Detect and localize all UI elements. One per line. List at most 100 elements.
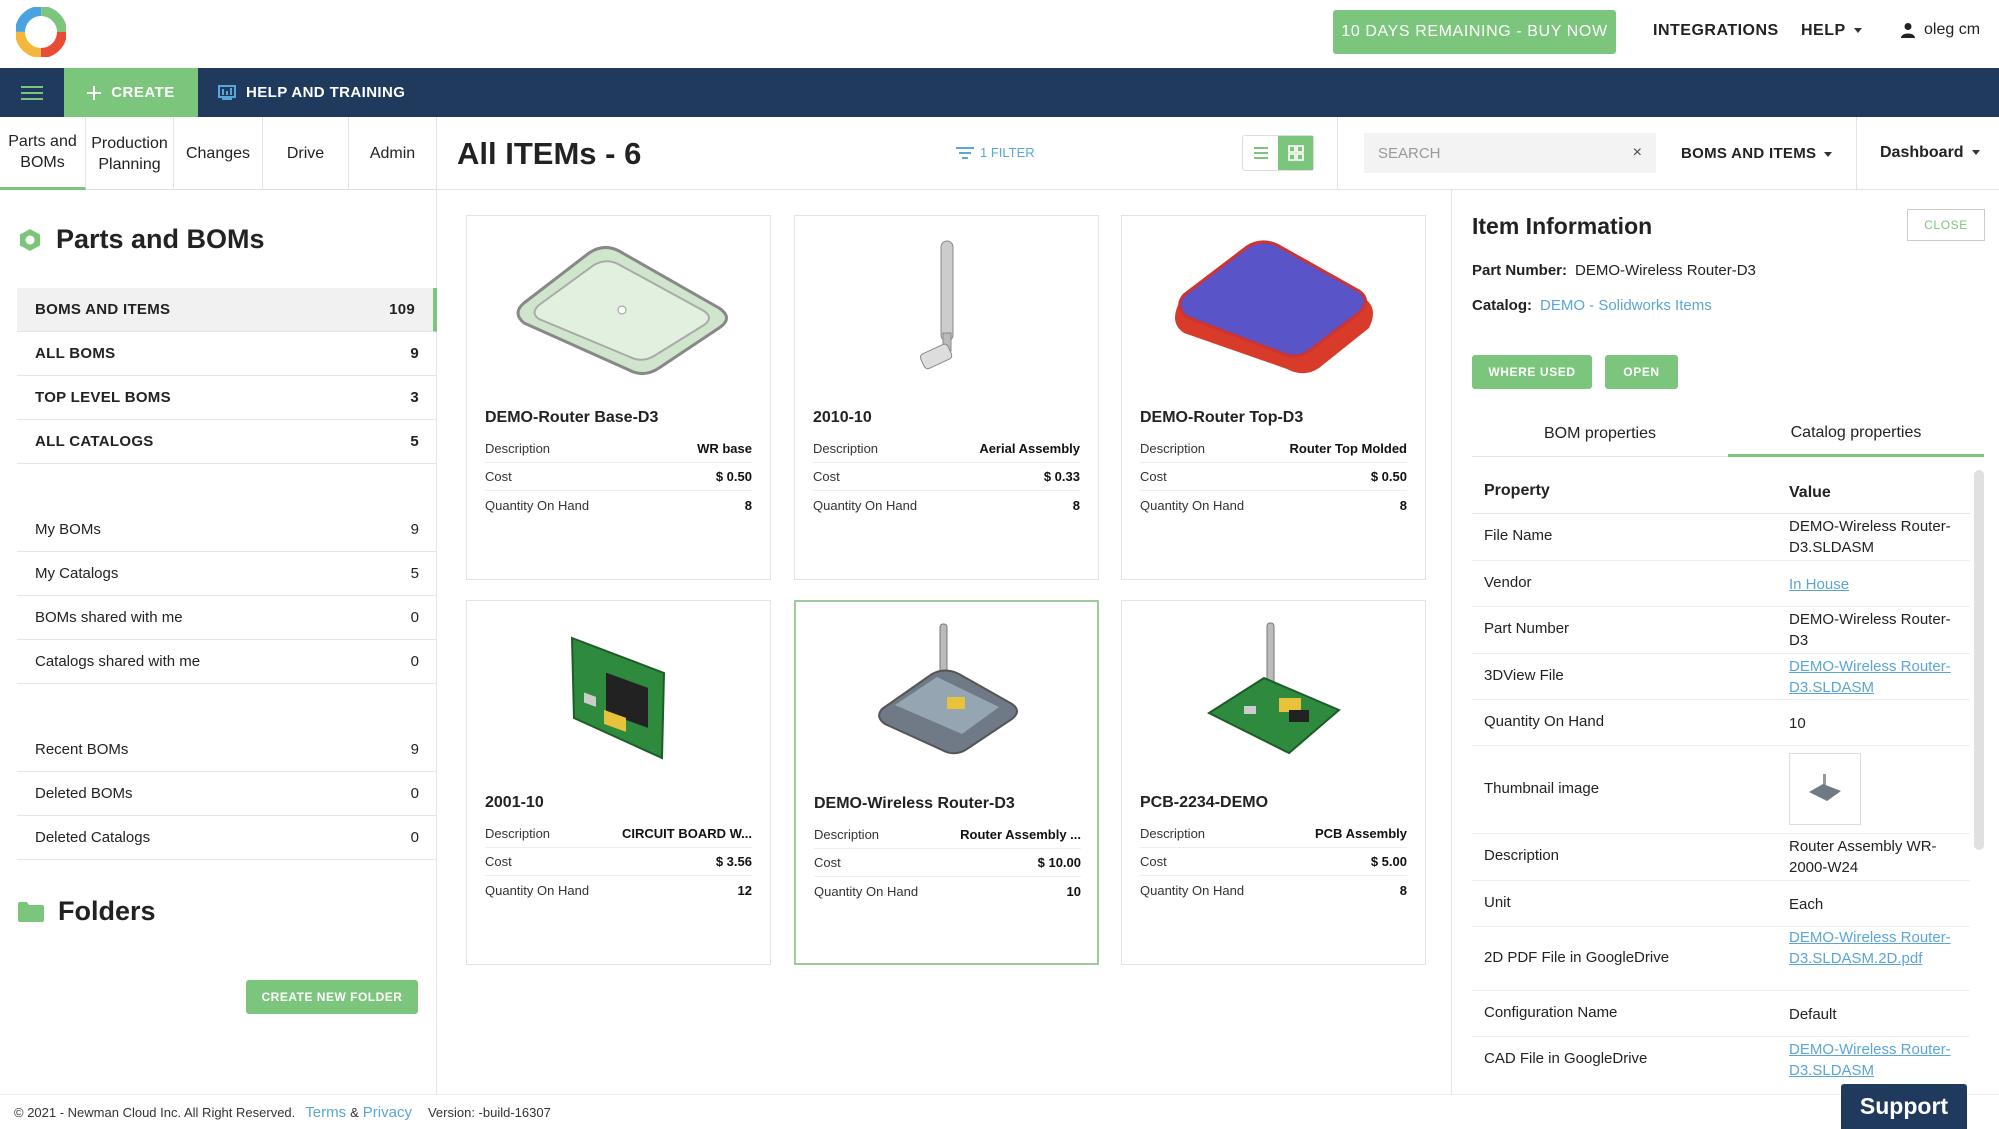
sidebar-item-label: ALL BOMS bbox=[35, 345, 116, 362]
vendor-link[interactable]: In House bbox=[1789, 574, 1959, 595]
thumbnail-image[interactable] bbox=[1789, 753, 1861, 825]
column-value: Value bbox=[1789, 484, 1831, 501]
field-label: Description bbox=[1140, 441, 1206, 456]
list-view-icon[interactable] bbox=[1243, 136, 1278, 170]
wireless-router-image bbox=[877, 623, 1018, 755]
item-card[interactable]: DEMO-Router Top-D3 Description Router Top… bbox=[1121, 215, 1426, 580]
sidebar-item-all-catalogs[interactable]: ALL CATALOGS 5 bbox=[17, 420, 437, 464]
field-value: $ 10.00 bbox=[1037, 855, 1081, 870]
help-menu[interactable]: HELP bbox=[1801, 22, 1862, 40]
item-qty-row: Quantity On Hand 10 bbox=[814, 877, 1081, 905]
dashboard-dropdown[interactable]: Dashboard bbox=[1880, 144, 1980, 162]
sidebar-item-all-boms[interactable]: ALL BOMS 9 bbox=[17, 332, 437, 376]
property-key: Vendor bbox=[1484, 574, 1532, 591]
cad-file-link[interactable]: DEMO-Wireless Router-D3.SLDASM bbox=[1789, 1039, 1959, 1081]
part-number-value: DEMO-Wireless Router-D3 bbox=[1575, 262, 1756, 279]
page-title: All ITEMs - 6 bbox=[457, 136, 642, 171]
user-name: oleg cm bbox=[1924, 21, 1981, 38]
item-cost-row: Cost $ 0.50 bbox=[485, 463, 752, 491]
tab-changes[interactable]: Changes bbox=[174, 117, 263, 190]
buy-now-button[interactable]: 10 DAYS REMAINING - BUY NOW bbox=[1333, 10, 1616, 54]
grid-view-icon[interactable] bbox=[1278, 136, 1313, 170]
property-row: Configuration Name Default bbox=[1472, 991, 1970, 1037]
integrations-link[interactable]: INTEGRATIONS bbox=[1653, 22, 1779, 40]
item-card[interactable]: 2010-10 Description Aerial Assembly Cost $… bbox=[794, 215, 1099, 580]
property-key: Thumbnail image bbox=[1484, 780, 1600, 797]
field-label: Cost bbox=[1140, 854, 1167, 869]
property-key: CAD File in GoogleDrive bbox=[1484, 1050, 1648, 1067]
item-qty-row: Quantity On Hand 8 bbox=[485, 491, 752, 519]
create-button[interactable]: CREATE bbox=[64, 68, 198, 117]
sidebar-item-label: Catalogs shared with me bbox=[35, 653, 201, 670]
close-panel-button[interactable]: CLOSE bbox=[1907, 209, 1985, 241]
field-label: Description bbox=[814, 827, 880, 842]
ampersand-text: & bbox=[350, 1104, 359, 1120]
item-name: DEMO-Router Top-D3 bbox=[1140, 409, 1304, 426]
tab-admin[interactable]: Admin bbox=[349, 117, 437, 190]
sidebar-item-recent-boms[interactable]: Recent BOMs 9 bbox=[17, 728, 437, 772]
item-name: DEMO-Router Base-D3 bbox=[485, 409, 659, 426]
tab-parts-and-boms[interactable]: Parts and BOMs bbox=[0, 117, 86, 190]
tab-catalog-properties[interactable]: Catalog properties bbox=[1728, 412, 1984, 457]
item-name: PCB-2234-DEMO bbox=[1140, 794, 1269, 811]
where-used-button[interactable]: WHERE USED bbox=[1472, 355, 1592, 389]
sidebar-item-label: BOMs shared with me bbox=[35, 609, 183, 626]
field-value: Router Assembly ... bbox=[960, 827, 1081, 842]
sidebar-item-catalogs-shared[interactable]: Catalogs shared with me 0 bbox=[17, 640, 437, 684]
tab-drive[interactable]: Drive bbox=[263, 117, 349, 190]
catalog-link[interactable]: DEMO - Solidworks Items bbox=[1540, 297, 1712, 314]
sidebar-item-boms-and-items[interactable]: BOMS AND ITEMS 109 bbox=[17, 288, 437, 332]
property-value: DEMO-Wireless Router-D3.SLDASM bbox=[1789, 518, 1951, 556]
sidebar-item-top-level-boms[interactable]: TOP LEVEL BOMS 3 bbox=[17, 376, 437, 420]
scope-dropdown[interactable]: BOMS AND ITEMS bbox=[1681, 145, 1833, 162]
circuit-board-image bbox=[570, 636, 665, 760]
item-card[interactable]: 2001-10 Description CIRCUIT BOARD W... Co… bbox=[466, 600, 771, 965]
sidebar-item-my-catalogs[interactable]: My Catalogs 5 bbox=[17, 552, 437, 596]
user-menu[interactable]: oleg cm bbox=[1900, 21, 1980, 39]
pcb-assembly-image bbox=[1206, 622, 1341, 755]
training-icon bbox=[218, 84, 236, 100]
help-training-button[interactable]: HELP AND TRAINING bbox=[218, 68, 405, 117]
item-description-row: Description Router Top Molded bbox=[1140, 435, 1407, 463]
tab-production-planning[interactable]: Production Planning bbox=[86, 117, 174, 190]
field-value: 10 bbox=[1066, 883, 1081, 899]
tab-bom-properties[interactable]: BOM properties bbox=[1472, 412, 1728, 457]
item-card[interactable]: PCB-2234-DEMO Description PCB Assembly Co… bbox=[1121, 600, 1426, 965]
sidebar-item-label: Deleted BOMs bbox=[35, 785, 133, 802]
item-qty-row: Quantity On Hand 8 bbox=[1140, 876, 1407, 904]
terms-link[interactable]: Terms bbox=[305, 1104, 346, 1121]
item-thumbnail bbox=[795, 228, 1098, 388]
search-input[interactable]: SEARCH × bbox=[1364, 133, 1656, 173]
sidebar-item-label: Deleted Catalogs bbox=[35, 829, 151, 846]
view-toggle bbox=[1242, 135, 1314, 171]
sidebar-item-boms-shared[interactable]: BOMs shared with me 0 bbox=[17, 596, 437, 640]
create-label: CREATE bbox=[111, 84, 175, 101]
sidebar-item-deleted-boms[interactable]: Deleted BOMs 0 bbox=[17, 772, 437, 816]
menu-toggle-icon[interactable] bbox=[0, 68, 64, 117]
sidebar-item-deleted-catalogs[interactable]: Deleted Catalogs 0 bbox=[17, 816, 437, 860]
search-placeholder: SEARCH bbox=[1378, 144, 1441, 162]
create-folder-button[interactable]: CREATE NEW FOLDER bbox=[246, 980, 418, 1014]
sidebar-item-my-boms[interactable]: My BOMs 9 bbox=[17, 508, 437, 552]
open-button[interactable]: OPEN bbox=[1605, 355, 1678, 389]
sidebar-item-count: 0 bbox=[410, 609, 419, 626]
3dview-file-link[interactable]: DEMO-Wireless Router-D3.SLDASM bbox=[1789, 656, 1959, 698]
item-qty-row: Quantity On Hand 12 bbox=[485, 876, 752, 904]
field-label: Cost bbox=[813, 469, 840, 484]
item-cost-row: Cost $ 0.50 bbox=[1140, 463, 1407, 491]
version-text: Version: -build-16307 bbox=[427, 1104, 551, 1120]
clear-search-icon[interactable]: × bbox=[1633, 144, 1642, 162]
support-button[interactable]: Support bbox=[1841, 1084, 1967, 1129]
help-training-label: HELP AND TRAINING bbox=[246, 84, 406, 101]
property-value: Each bbox=[1789, 896, 1824, 913]
copyright-text: © 2021 - Newman Cloud Inc. All Right Res… bbox=[14, 1104, 296, 1120]
item-card-selected[interactable]: DEMO-Wireless Router-D3 Description Route… bbox=[794, 600, 1099, 965]
app-logo-icon[interactable] bbox=[16, 7, 66, 57]
properties-scrollbar[interactable] bbox=[1974, 470, 1984, 850]
privacy-link[interactable]: Privacy bbox=[363, 1104, 412, 1121]
item-thumbnail bbox=[796, 614, 1097, 774]
field-value: 8 bbox=[744, 497, 752, 513]
item-card[interactable]: DEMO-Router Base-D3 Description WR base C… bbox=[466, 215, 771, 580]
filter-button[interactable]: 1 FILTER bbox=[956, 145, 1035, 160]
2d-pdf-link[interactable]: DEMO-Wireless Router-D3.SLDASM.2D.pdf bbox=[1789, 927, 1959, 969]
